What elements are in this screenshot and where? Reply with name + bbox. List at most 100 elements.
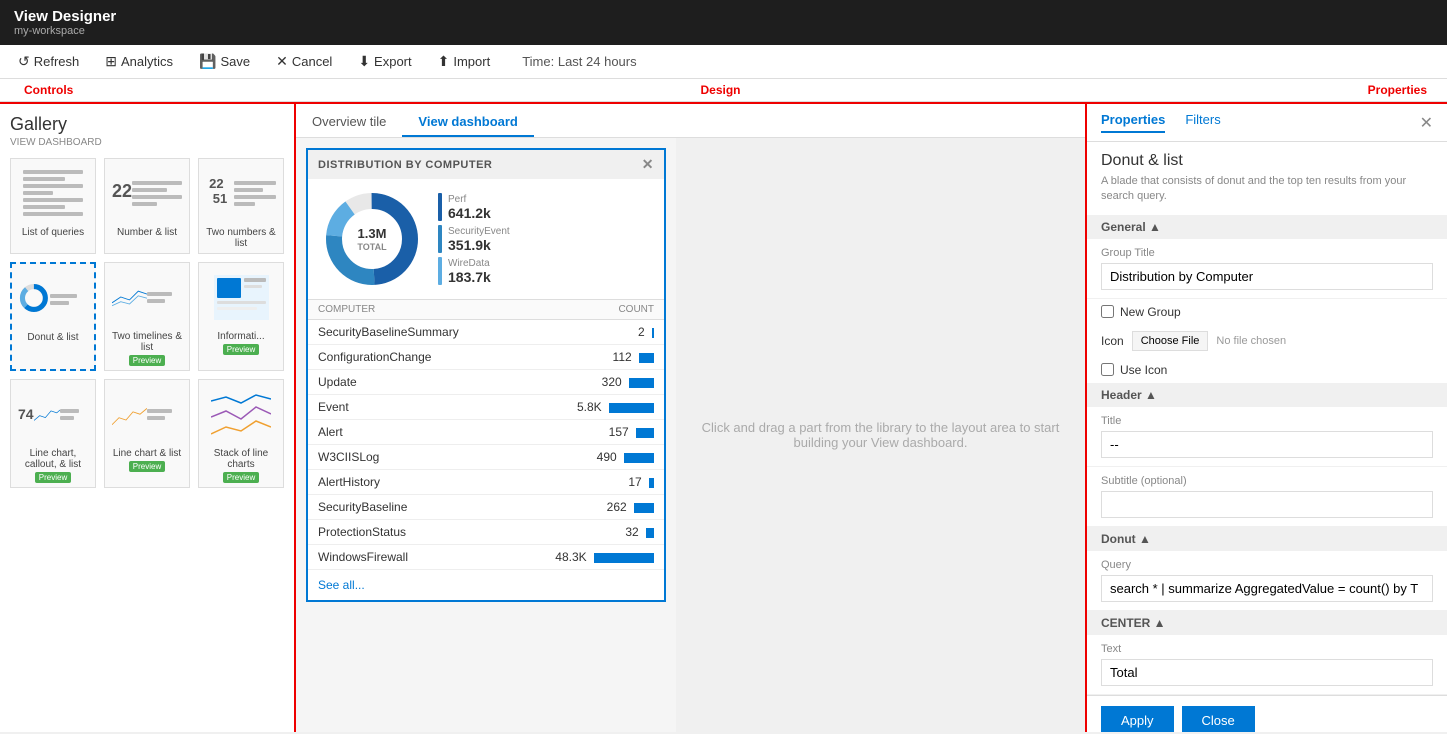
icon-row: Icon Choose File No file chosen bbox=[1087, 325, 1447, 357]
gallery-label-list-queries: List of queries bbox=[22, 227, 84, 238]
gallery-thumb-list-queries bbox=[18, 163, 88, 223]
donut-center: 1.3M TOTAL bbox=[357, 226, 386, 252]
export-button[interactable]: ⬇ Export bbox=[354, 51, 415, 72]
gallery-thumb-number-list: 22 bbox=[112, 163, 182, 223]
table-row[interactable]: Update 320 bbox=[308, 370, 664, 395]
col-count: COUNT bbox=[513, 300, 664, 320]
legend-item-wiredata: WireData 183.7k bbox=[438, 257, 510, 285]
preview-badge-stack-line-charts: Preview bbox=[223, 472, 259, 483]
title-bar: View Designer my-workspace bbox=[0, 0, 1447, 45]
row-bar bbox=[649, 478, 654, 488]
properties-close-button[interactable]: ✕ bbox=[1420, 113, 1433, 133]
import-icon: ⬆ bbox=[438, 53, 450, 70]
gallery-item-number-list[interactable]: 22 Number & list bbox=[104, 158, 190, 254]
choose-file-button[interactable]: Choose File bbox=[1132, 331, 1209, 351]
legend-val-wiredata: 183.7k bbox=[448, 269, 491, 285]
properties-header: Properties Filters ✕ bbox=[1087, 104, 1447, 142]
center-group-label: CENTER ▲ bbox=[1101, 616, 1166, 630]
subtitle-field: Subtitle (optional) bbox=[1087, 467, 1447, 527]
subtitle-input[interactable] bbox=[1101, 491, 1433, 518]
legend-val-perf: 641.2k bbox=[448, 205, 491, 221]
widget-close-button[interactable]: ✕ bbox=[642, 156, 654, 173]
gallery-item-informati[interactable]: Informati... Preview bbox=[198, 262, 284, 371]
cancel-button[interactable]: ✕ Cancel bbox=[272, 51, 336, 72]
properties-footer: Apply Close bbox=[1087, 695, 1447, 732]
center-group-header: CENTER ▲ bbox=[1087, 611, 1447, 635]
donut-chart: 1.3M TOTAL bbox=[322, 189, 422, 289]
new-group-row: New Group bbox=[1087, 299, 1447, 325]
distribution-widget: DISTRIBUTION BY COMPUTER ✕ bbox=[306, 148, 666, 602]
table-row[interactable]: ConfigurationChange 112 bbox=[308, 345, 664, 370]
row-count: 490 bbox=[513, 445, 664, 470]
row-bar bbox=[639, 353, 654, 363]
tab-properties[interactable]: Properties bbox=[1101, 112, 1165, 133]
table-row[interactable]: Alert 157 bbox=[308, 420, 664, 445]
gallery-item-stack-line-charts[interactable]: Stack of line charts Preview bbox=[198, 379, 284, 488]
gallery-item-two-numbers-list[interactable]: 22 51 Two numbers & list bbox=[198, 158, 284, 254]
gallery-item-list-queries[interactable]: List of queries bbox=[10, 158, 96, 254]
drop-area: Click and drag a part from the library t… bbox=[676, 138, 1085, 732]
table-row[interactable]: ProtectionStatus 32 bbox=[308, 520, 664, 545]
apply-button[interactable]: Apply bbox=[1101, 706, 1174, 732]
tab-view-dashboard[interactable]: View dashboard bbox=[402, 108, 533, 137]
group-title-label: Group Title bbox=[1101, 247, 1433, 259]
refresh-button[interactable]: ↺ Refresh bbox=[14, 51, 83, 72]
row-bar bbox=[624, 453, 654, 463]
center-text-field: Text bbox=[1087, 635, 1447, 695]
gallery-subtitle: VIEW DASHBOARD bbox=[10, 137, 284, 148]
col-computer: COMPUTER bbox=[308, 300, 513, 320]
query-input[interactable] bbox=[1101, 575, 1433, 602]
row-bar bbox=[652, 328, 654, 338]
icon-label: Icon bbox=[1101, 334, 1124, 348]
save-button[interactable]: 💾 Save bbox=[195, 51, 254, 72]
table-row[interactable]: SecurityBaselineSummary 2 bbox=[308, 320, 664, 345]
preview-badge-line-chart-callout: Preview bbox=[35, 472, 71, 483]
table-row[interactable]: AlertHistory 17 bbox=[308, 470, 664, 495]
title-field: Title bbox=[1087, 407, 1447, 467]
row-computer: ConfigurationChange bbox=[308, 345, 513, 370]
table-row[interactable]: Event 5.8K bbox=[308, 395, 664, 420]
close-button[interactable]: Close bbox=[1182, 706, 1255, 732]
row-computer: SecurityBaseline bbox=[308, 495, 513, 520]
tab-overview-tile[interactable]: Overview tile bbox=[296, 108, 402, 137]
row-computer: Update bbox=[308, 370, 513, 395]
analytics-icon: ⊞ bbox=[105, 53, 117, 70]
controls-label: Controls bbox=[24, 83, 73, 97]
row-bar bbox=[594, 553, 654, 563]
gallery-item-line-chart-callout[interactable]: 74 Line chart, callout, & list Preview bbox=[10, 379, 96, 488]
center-text-input[interactable] bbox=[1101, 659, 1433, 686]
donut-section: 1.3M TOTAL Perf 641.2k bbox=[308, 179, 664, 299]
title-input[interactable] bbox=[1101, 431, 1433, 458]
design-content: DISTRIBUTION BY COMPUTER ✕ bbox=[296, 138, 1085, 732]
analytics-button[interactable]: ⊞ Analytics bbox=[101, 51, 177, 72]
widget-title: DISTRIBUTION BY COMPUTER bbox=[318, 159, 492, 171]
table-row[interactable]: SecurityBaseline 262 bbox=[308, 495, 664, 520]
row-count: 157 bbox=[513, 420, 664, 445]
use-icon-checkbox[interactable] bbox=[1101, 363, 1114, 376]
prop-section-desc: A blade that consists of donut and the t… bbox=[1087, 174, 1447, 215]
export-icon: ⬇ bbox=[358, 53, 370, 70]
row-computer: ProtectionStatus bbox=[308, 520, 513, 545]
properties-tabs: Properties Filters bbox=[1101, 112, 1221, 133]
gallery-item-two-timelines-list[interactable]: Two timelines & list Preview bbox=[104, 262, 190, 371]
row-count: 17 bbox=[513, 470, 664, 495]
donut-legend: Perf 641.2k SecurityEvent 351.9k bbox=[438, 193, 510, 285]
see-all-link[interactable]: See all... bbox=[308, 570, 664, 600]
row-count: 32 bbox=[513, 520, 664, 545]
gallery-label-line-chart-callout: Line chart, callout, & list bbox=[15, 448, 91, 470]
table-row[interactable]: WindowsFirewall 48.3K bbox=[308, 545, 664, 570]
new-group-checkbox[interactable] bbox=[1101, 305, 1114, 318]
tab-filters[interactable]: Filters bbox=[1185, 112, 1220, 133]
new-group-label: New Group bbox=[1120, 305, 1181, 319]
legend-name-perf: Perf bbox=[448, 194, 491, 205]
donut-group-label: Donut ▲ bbox=[1101, 532, 1151, 546]
group-title-input[interactable] bbox=[1101, 263, 1433, 290]
gallery-label-stack-line-charts: Stack of line charts bbox=[203, 448, 279, 470]
general-group-label: General ▲ bbox=[1101, 220, 1161, 234]
drop-area-text: Click and drag a part from the library t… bbox=[696, 420, 1065, 450]
row-count: 5.8K bbox=[513, 395, 664, 420]
gallery-item-donut-list[interactable]: Donut & list bbox=[10, 262, 96, 371]
gallery-item-line-chart-list[interactable]: Line chart & list Preview bbox=[104, 379, 190, 488]
table-row[interactable]: W3CIISLog 490 bbox=[308, 445, 664, 470]
import-button[interactable]: ⬆ Import bbox=[434, 51, 495, 72]
